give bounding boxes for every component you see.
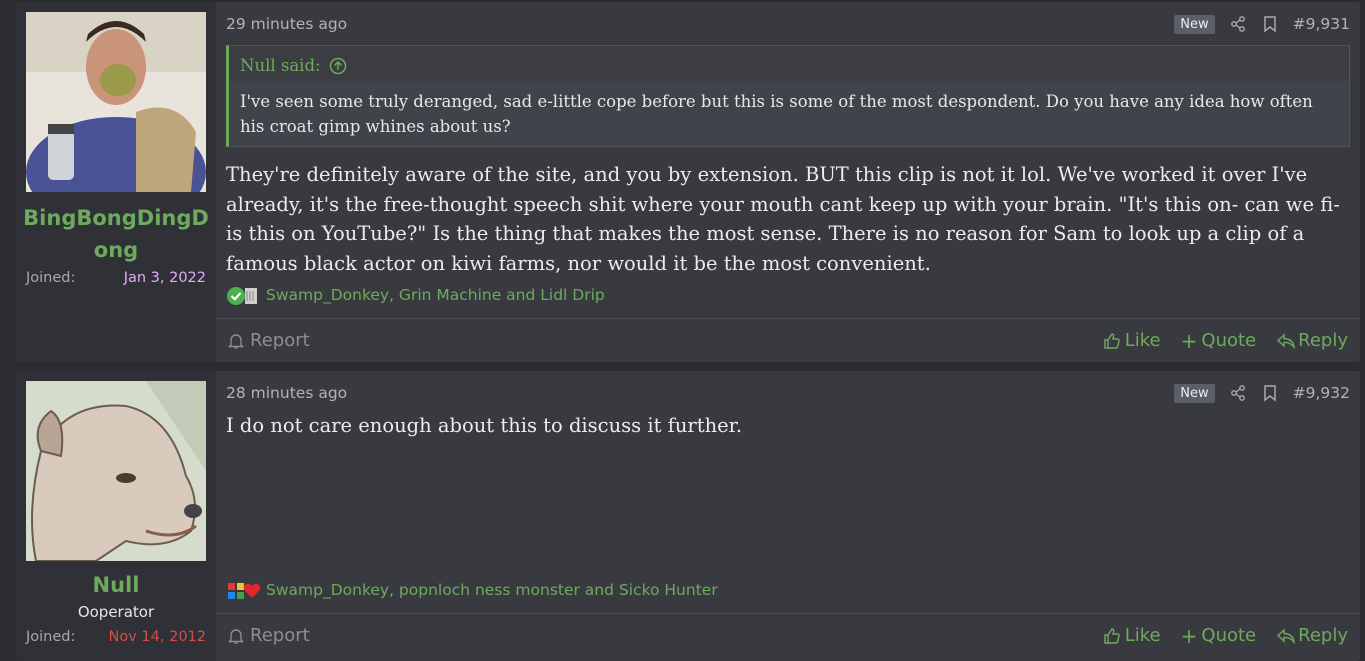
reply-button[interactable]: Reply	[1276, 329, 1348, 353]
post-main: 29 minutes ago New #9,931 Null said: I'v…	[216, 2, 1360, 362]
like-label: Like	[1124, 625, 1161, 646]
bookmark-icon[interactable]	[1261, 15, 1279, 33]
plus-icon: +	[1180, 623, 1198, 648]
avatar[interactable]	[26, 12, 206, 192]
report-label: Report	[250, 625, 310, 646]
reply-label: Reply	[1298, 625, 1348, 646]
quote-author[interactable]: Null said:	[240, 56, 321, 75]
joined-date: Jan 3, 2022	[123, 270, 206, 286]
post-meta: 29 minutes ago New #9,931	[226, 12, 1350, 36]
user-title: Ooperator	[77, 603, 155, 621]
quote-button[interactable]: + Quote	[1181, 329, 1257, 353]
bell-icon	[227, 627, 246, 645]
username[interactable]: Null	[16, 569, 216, 601]
like-button[interactable]: Like	[1103, 624, 1161, 648]
post-body: I do not care enough about this to discu…	[226, 414, 743, 437]
reply-arrow-icon	[1276, 332, 1296, 350]
post-9932: Null Ooperator Joined: Nov 14, 2012 28 m…	[16, 371, 1360, 661]
reply-button[interactable]: Reply	[1276, 624, 1348, 648]
quote-block: Null said: I've seen some truly deranged…	[226, 45, 1350, 147]
heart-reaction-icon	[242, 581, 261, 599]
report-button[interactable]: Report	[227, 330, 310, 351]
joined-info: Joined: Jan 3, 2022	[26, 270, 206, 286]
reply-arrow-icon	[1276, 627, 1296, 645]
post-time[interactable]: 28 minutes ago	[226, 384, 347, 402]
thumbs-up-icon	[1103, 332, 1121, 350]
reactions-bar[interactable]: Swamp_Donkey, popnloch ness monster and …	[226, 581, 718, 599]
like-label: Like	[1124, 330, 1161, 351]
post-time[interactable]: 29 minutes ago	[226, 15, 347, 33]
user-cell: BingBongDingDong Joined: Jan 3, 2022	[16, 2, 216, 362]
post-main: 28 minutes ago New #9,932 I do not care …	[216, 371, 1360, 661]
avatar[interactable]	[26, 381, 206, 561]
post-number[interactable]: #9,932	[1293, 384, 1350, 402]
reaction-users[interactable]: Swamp_Donkey, popnloch ness monster and …	[266, 581, 718, 599]
scroll-reaction-icon	[242, 286, 260, 304]
post-body: They're definitely aware of the site, an…	[226, 163, 1340, 275]
post-actions: Report Like + Quote Reply	[216, 613, 1360, 657]
quote-button[interactable]: + Quote	[1181, 624, 1257, 648]
new-badge: New	[1174, 383, 1215, 403]
arrow-up-circle-icon[interactable]	[329, 57, 347, 75]
quote-label: Quote	[1201, 625, 1257, 646]
quote-header[interactable]: Null said:	[229, 46, 1349, 81]
thumbs-up-icon	[1103, 627, 1121, 645]
joined-label: Joined:	[26, 270, 76, 286]
reactions-bar[interactable]: Swamp_Donkey, Grin Machine and Lidl Drip	[226, 286, 605, 305]
report-button[interactable]: Report	[227, 625, 310, 646]
like-button[interactable]: Like	[1103, 329, 1161, 353]
user-cell: Null Ooperator Joined: Nov 14, 2012	[16, 371, 216, 661]
bookmark-icon[interactable]	[1261, 384, 1279, 402]
report-label: Report	[250, 330, 310, 351]
quote-label: Quote	[1201, 330, 1257, 351]
bell-icon	[227, 332, 246, 350]
plus-icon: +	[1180, 328, 1198, 353]
post-meta: 28 minutes ago New #9,932	[226, 381, 1350, 405]
username[interactable]: BingBongDingDong	[16, 202, 216, 266]
new-badge: New	[1174, 14, 1215, 34]
share-icon[interactable]	[1229, 15, 1247, 33]
quote-text: I've seen some truly deranged, sad e-lit…	[229, 81, 1349, 146]
joined-info: Joined: Nov 14, 2012	[26, 629, 206, 645]
post-actions: Report Like + Quote Reply	[216, 318, 1360, 362]
reply-label: Reply	[1298, 330, 1348, 351]
reaction-users[interactable]: Swamp_Donkey, Grin Machine and Lidl Drip	[266, 286, 605, 304]
post-number[interactable]: #9,931	[1293, 15, 1350, 33]
joined-date: Nov 14, 2012	[108, 629, 206, 645]
share-icon[interactable]	[1229, 384, 1247, 402]
post-9931: BingBongDingDong Joined: Jan 3, 2022 29 …	[16, 2, 1360, 362]
joined-label: Joined:	[26, 629, 76, 645]
